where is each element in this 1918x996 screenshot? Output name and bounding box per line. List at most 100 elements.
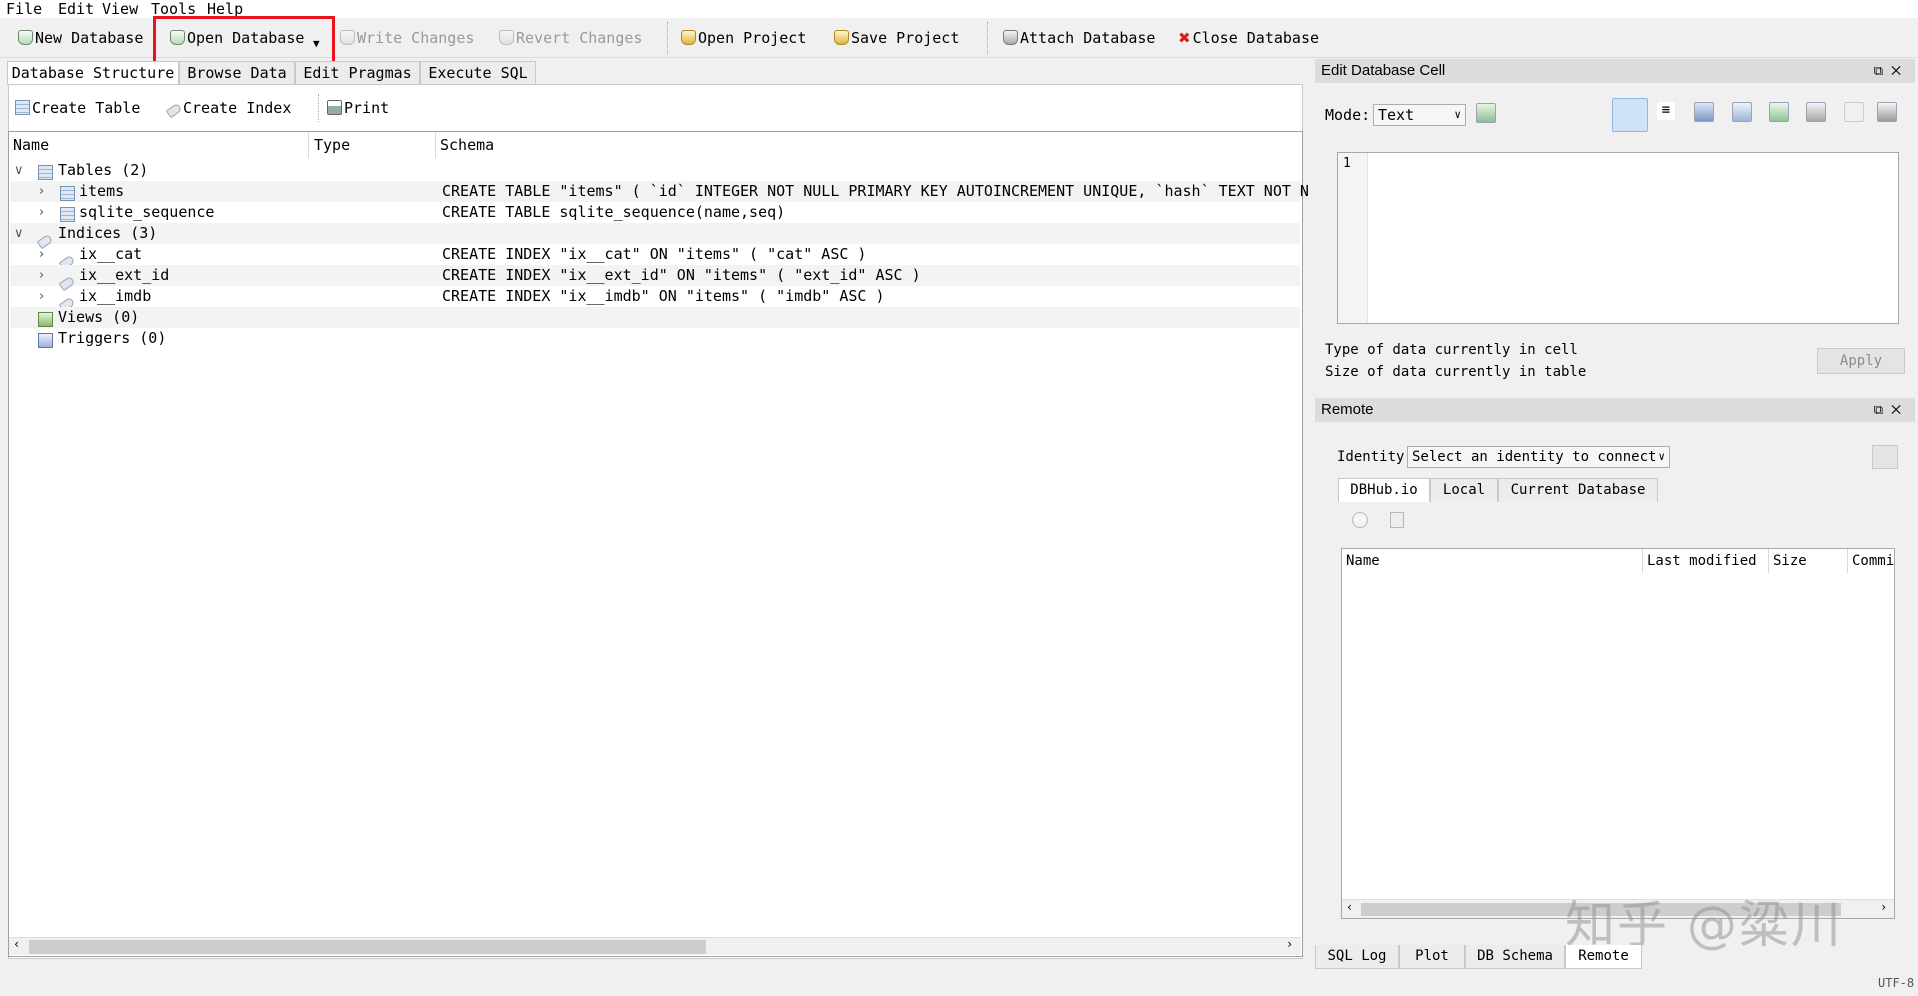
mode-select-value: Text <box>1378 106 1415 124</box>
tree-row-name: ix__imdb <box>79 287 152 305</box>
schema-tree[interactable]: Name Type Schema ∨ Tables (2) › items CR… <box>8 131 1309 957</box>
cell-editor[interactable]: 1 <box>1337 152 1899 324</box>
tree-row-ix-cat[interactable]: › ix__cat CREATE INDEX "ix__cat" ON "ite… <box>10 244 1300 271</box>
expand-chevron-icon[interactable]: › <box>39 202 44 223</box>
tree-row-ix-imdb[interactable]: › ix__imdb CREATE INDEX "ix__imdb" ON "i… <box>10 286 1300 313</box>
cell-size-info: Size of data currently in table <box>1325 364 1587 380</box>
refresh-cell-icon[interactable] <box>1844 102 1864 122</box>
scrollbar-thumb[interactable] <box>29 940 706 954</box>
word-wrap-icon[interactable] <box>1612 98 1648 132</box>
tab-current-database[interactable]: Current Database <box>1498 478 1658 502</box>
auto-switch-mode-icon[interactable] <box>1476 103 1496 123</box>
column-divider <box>435 132 436 158</box>
refresh-icon[interactable] <box>1352 512 1368 528</box>
float-dock-icon[interactable]: ⧉ <box>1874 63 1891 78</box>
tree-row-schema: CREATE TABLE "items" ( `id` INTEGER NOT … <box>442 182 1309 200</box>
collapse-chevron-icon[interactable]: ∨ <box>14 223 24 244</box>
close-database-button[interactable]: ✖ Close Database <box>1178 29 1319 47</box>
column-header-name[interactable]: Name <box>13 136 49 154</box>
tree-row-schema: CREATE INDEX "ix__imdb" ON "items" ( "im… <box>442 287 885 305</box>
new-database-button[interactable]: New Database <box>18 29 143 47</box>
identity-settings-icon[interactable] <box>1872 445 1898 469</box>
mode-select[interactable]: Text ∨ <box>1373 104 1466 126</box>
tables-icon <box>38 165 53 180</box>
table-icon <box>60 207 75 222</box>
tab-remote[interactable]: Remote <box>1565 945 1642 969</box>
toolbar-separator <box>667 22 669 54</box>
toolbar-separator <box>318 94 320 122</box>
menu-edit[interactable]: Edit <box>58 0 94 18</box>
expand-chevron-icon[interactable]: › <box>39 286 44 307</box>
clear-cell-icon[interactable] <box>1806 102 1826 122</box>
tab-sql-log[interactable]: SQL Log <box>1315 945 1399 969</box>
print-button[interactable]: Print <box>327 99 389 117</box>
collapse-chevron-icon[interactable]: ∨ <box>14 160 24 181</box>
scroll-left-icon[interactable]: ‹ <box>13 937 20 951</box>
write-changes-button[interactable]: Write Changes <box>340 29 474 47</box>
tab-plot[interactable]: Plot <box>1399 945 1465 969</box>
tree-row-triggers[interactable]: Triggers (0) <box>10 328 1300 349</box>
expand-chevron-icon[interactable]: › <box>39 244 44 265</box>
attach-database-button[interactable]: Attach Database <box>1003 29 1155 47</box>
toolbar-separator <box>987 22 989 54</box>
tab-dbhub[interactable]: DBHub.io <box>1338 478 1430 502</box>
remote-header-size[interactable]: Size <box>1773 553 1807 569</box>
remote-header-name[interactable]: Name <box>1346 553 1380 569</box>
open-project-button[interactable]: Open Project <box>681 29 806 47</box>
set-null-icon[interactable] <box>1769 102 1789 122</box>
create-table-label: Create Table <box>32 99 141 117</box>
remote-file-list[interactable]: Name Last modified Size Commi <box>1341 548 1895 919</box>
identity-select[interactable]: Select an identity to connect ∨ <box>1407 446 1670 468</box>
tree-row-tables[interactable]: ∨ Tables (2) <box>10 160 1300 181</box>
menu-file[interactable]: File <box>6 0 42 18</box>
import-icon[interactable] <box>1694 102 1714 122</box>
tab-database-structure[interactable]: Database Structure <box>7 61 179 85</box>
menu-view[interactable]: View <box>102 0 138 18</box>
create-table-icon <box>15 100 30 115</box>
tree-row-ix-ext-id[interactable]: › ix__ext_id CREATE INDEX "ix__ext_id" O… <box>10 265 1300 292</box>
save-project-button[interactable]: Save Project <box>834 29 959 47</box>
print-cell-icon[interactable] <box>1877 102 1897 122</box>
scroll-right-icon[interactable]: › <box>1286 937 1293 951</box>
tab-local[interactable]: Local <box>1430 478 1498 502</box>
dock-buttons: ⧉✕ <box>1874 398 1909 422</box>
tree-horizontal-scrollbar[interactable]: ‹ › <box>9 937 1301 955</box>
create-table-button[interactable]: Create Table <box>15 99 140 117</box>
close-dock-icon[interactable]: ✕ <box>1891 402 1909 417</box>
remote-header-last-modified[interactable]: Last modified <box>1647 553 1757 569</box>
column-header-type[interactable]: Type <box>314 136 350 154</box>
views-icon <box>38 312 53 327</box>
remote-header-commit[interactable]: Commi <box>1852 553 1894 569</box>
tree-row-schema: CREATE INDEX "ix__cat" ON "items" ( "cat… <box>442 245 867 263</box>
tab-edit-pragmas[interactable]: Edit Pragmas <box>295 61 420 85</box>
scroll-right-icon[interactable]: › <box>1880 900 1887 914</box>
mode-label: Mode: <box>1325 106 1371 124</box>
expand-chevron-icon[interactable]: › <box>39 265 44 286</box>
tab-db-schema[interactable]: DB Schema <box>1465 945 1565 969</box>
scroll-left-icon[interactable]: ‹ <box>1346 900 1353 914</box>
revert-changes-button[interactable]: Revert Changes <box>499 29 642 47</box>
tree-row-sqlite-sequence[interactable]: › sqlite_sequence CREATE TABLE sqlite_se… <box>10 202 1300 223</box>
tree-row-views[interactable]: Views (0) <box>10 307 1300 328</box>
expand-chevron-icon[interactable]: › <box>39 181 44 202</box>
tree-row-indices[interactable]: ∨ Indices (3) <box>10 223 1300 250</box>
column-header-schema[interactable]: Schema <box>440 136 494 154</box>
column-divider <box>308 132 309 158</box>
tab-browse-data[interactable]: Browse Data <box>179 61 295 85</box>
dock-buttons: ⧉✕ <box>1874 59 1909 83</box>
tab-execute-sql[interactable]: Execute SQL <box>420 61 536 85</box>
float-dock-icon[interactable]: ⧉ <box>1874 402 1891 417</box>
auto-format-icon[interactable]: ≡ <box>1657 102 1675 120</box>
close-database-label: Close Database <box>1192 29 1320 47</box>
close-dock-icon[interactable]: ✕ <box>1891 63 1909 78</box>
column-divider <box>1642 549 1643 573</box>
revert-changes-label: Revert Changes <box>516 29 643 47</box>
create-index-button[interactable]: Create Index <box>165 99 291 119</box>
export-icon[interactable] <box>1732 102 1752 122</box>
print-icon <box>327 100 342 115</box>
chevron-down-icon: ∨ <box>1658 450 1665 463</box>
close-database-icon: ✖ <box>1178 29 1191 47</box>
apply-button[interactable]: Apply <box>1817 348 1905 374</box>
tree-row-items[interactable]: › items CREATE TABLE "items" ( `id` INTE… <box>10 181 1309 202</box>
clone-database-icon[interactable] <box>1390 512 1404 528</box>
